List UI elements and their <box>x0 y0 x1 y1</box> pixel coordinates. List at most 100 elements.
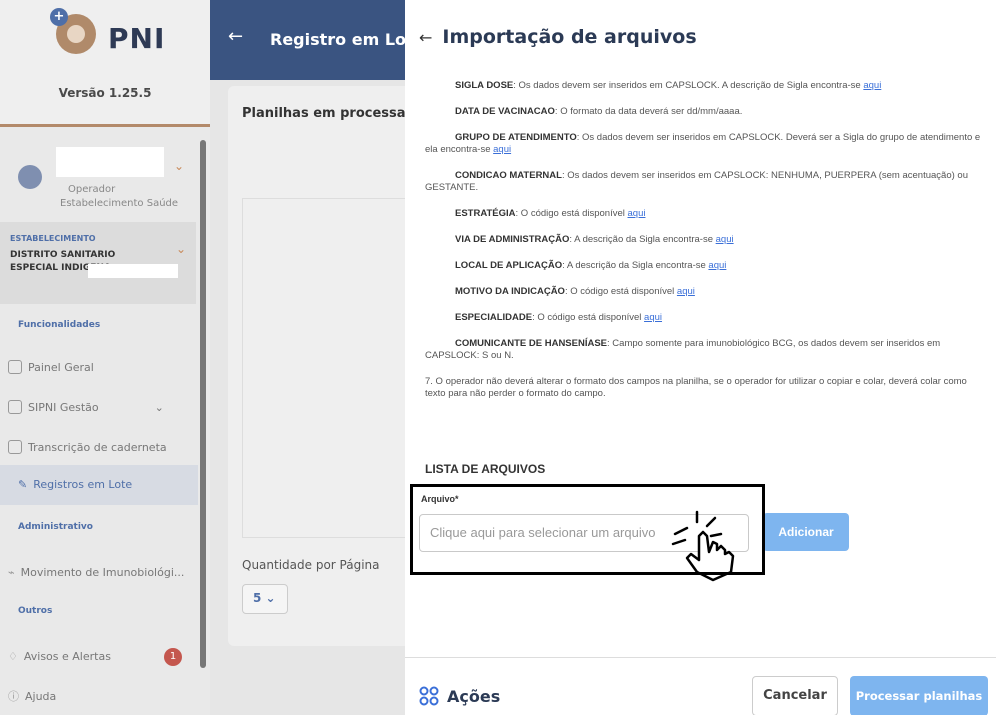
card-title: Planilhas em processa <box>242 106 406 121</box>
instruction-link[interactable]: aqui <box>628 208 646 219</box>
instruction-label: GRUPO DE ATENDIMENTO <box>455 132 577 143</box>
notebook-icon <box>8 440 22 454</box>
user-role-line2: Estabelecimento Saúde <box>60 198 179 209</box>
sidebar-item-label: Painel Geral <box>28 360 94 374</box>
sidebar-item-label: Transcrição de caderneta <box>28 440 167 454</box>
instruction-item: MOTIVO DA INDICAÇÃO: O código está dispo… <box>425 286 985 298</box>
alerts-count-badge: 1 <box>164 648 182 666</box>
instruction-label: ESTRATÉGIA <box>455 208 516 219</box>
user-avatar-icon <box>18 165 42 189</box>
planilhas-table <box>242 198 418 538</box>
section-outros: Outros <box>18 606 53 616</box>
vaccine-icon: ⌁ <box>8 566 15 579</box>
chevron-down-icon[interactable]: ⌄ <box>174 159 184 173</box>
divider <box>0 124 210 127</box>
instruction-item: VIA DE ADMINISTRAÇÃO: A descrição da Sig… <box>425 234 985 246</box>
back-arrow-icon[interactable]: ← <box>419 28 432 47</box>
page-header: ← Registro em Lot <box>210 0 414 80</box>
chevron-down-icon[interactable]: ⌄ <box>176 242 186 256</box>
file-upload-highlight-box <box>410 484 765 575</box>
instruction-text: : O código está disponível <box>532 312 645 323</box>
drawer-header: ← Importação de arquivos <box>405 0 996 74</box>
sidebar-item-transcricao[interactable]: Transcrição de caderneta <box>8 440 167 454</box>
sidebar-item-ajuda[interactable]: ⓘ Ajuda <box>8 688 56 704</box>
sidebar-item-painel-geral[interactable]: Painel Geral <box>8 360 94 374</box>
user-name-redacted <box>56 147 164 177</box>
instruction-note: 7. O operador não deverá alterar o forma… <box>425 376 967 399</box>
chevron-down-icon: ⌄ <box>154 400 164 414</box>
sidebar-item-sipni-gestao[interactable]: SIPNI Gestão ⌄ <box>8 400 164 414</box>
logo-area: + PNI Versão 1.25.5 <box>0 0 210 124</box>
instruction-label: CONDICAO MATERNAL <box>455 170 562 181</box>
instruction-label: ESPECIALIDADE <box>455 312 533 323</box>
actions-label: Ações <box>447 686 501 706</box>
estab-title: ESTABELECIMENTO <box>10 234 96 243</box>
sidebar-item-movimento[interactable]: ⌁ Movimento de Imunobiológi... <box>8 566 184 579</box>
section-funcionalidades: Funcionalidades <box>18 320 101 330</box>
folder-icon <box>8 400 22 414</box>
instruction-text: : A descrição da Sigla encontra-se <box>562 260 709 271</box>
instruction-link[interactable]: aqui <box>863 80 881 91</box>
instruction-label: MOTIVO DA INDICAÇÃO <box>455 286 565 297</box>
instruction-item: DATA DE VACINACAO: O formato da data dev… <box>425 106 985 118</box>
logo-text: PNI <box>108 22 166 55</box>
instruction-link[interactable]: aqui <box>493 144 511 155</box>
grid-icon <box>419 686 439 706</box>
sidebar-item-label: SIPNI Gestão <box>28 400 99 414</box>
instruction-link[interactable]: aqui <box>708 260 726 271</box>
sidebar-item-label: Movimento de Imunobiológi... <box>20 566 185 579</box>
sidebar-item-registros-em-lote[interactable]: ✎ Registros em Lote <box>18 478 132 491</box>
user-profile[interactable]: Operador Estabelecimento Saúde ⌄ <box>0 137 210 219</box>
instruction-item: CONDICAO MATERNAL: Os dados devem ser in… <box>425 170 985 194</box>
instruction-text: : O formato da data deverá ser dd/mm/aaa… <box>554 106 743 117</box>
cancel-button[interactable]: Cancelar <box>752 676 838 715</box>
instruction-link[interactable]: aqui <box>677 286 695 297</box>
sidebar: + PNI Versão 1.25.5 Operador Estabelecim… <box>0 0 210 715</box>
add-file-button[interactable]: Adicionar <box>763 513 849 551</box>
syringe-icon: ✎ <box>18 478 28 491</box>
estab-name-redacted <box>88 264 178 278</box>
instruction-label: LOCAL DE APLICAÇÃO <box>455 260 563 271</box>
instruction-item: GRUPO DE ATENDIMENTO: Os dados devem ser… <box>425 132 985 156</box>
sidebar-item-avisos[interactable]: ♢ Avisos e Alertas <box>8 650 111 663</box>
instructions: SIGLA DOSE: Os dados devem ser inseridos… <box>425 80 985 414</box>
items-per-page-value: 5 <box>253 591 262 605</box>
instruction-label: SIGLA DOSE <box>455 80 514 91</box>
monitor-icon <box>8 360 22 374</box>
instruction-item: SIGLA DOSE: Os dados devem ser inseridos… <box>425 80 985 92</box>
footer-divider <box>405 657 996 658</box>
instruction-link[interactable]: aqui <box>716 234 734 245</box>
sidebar-scrollbar[interactable] <box>200 140 206 668</box>
instruction-label: VIA DE ADMINISTRAÇÃO <box>455 234 570 245</box>
planilhas-card: Planilhas em processa Quantidade por Pág… <box>228 86 418 646</box>
sidebar-item-label: Ajuda <box>25 689 57 703</box>
instruction-text: : O código está disponível <box>564 286 677 297</box>
items-per-page-select[interactable]: 5 ⌄ <box>242 584 288 614</box>
items-per-page-label: Quantidade por Página <box>242 558 380 572</box>
sidebar-item-label: Avisos e Alertas <box>23 650 111 663</box>
app-version: Versão 1.25.5 <box>58 86 152 100</box>
instruction-item: ESPECIALIDADE: O código está disponível … <box>425 312 985 324</box>
instruction-text: : O código está disponível <box>515 208 628 219</box>
page-title: Registro em Lot <box>270 30 414 49</box>
instruction-item: COMUNICANTE DE HANSENÍASE: Campo somente… <box>425 338 985 362</box>
import-drawer: ← Importação de arquivos SIGLA DOSE: Os … <box>405 0 996 715</box>
instruction-label: COMUNICANTE DE HANSENÍASE <box>455 338 608 349</box>
sidebar-item-label: Registros em Lote <box>33 478 133 491</box>
section-administrativo: Administrativo <box>18 522 93 532</box>
instruction-link[interactable]: aqui <box>644 312 662 323</box>
chevron-down-icon: ⌄ <box>265 591 276 605</box>
user-role: Operador Estabelecimento Saúde <box>60 183 178 211</box>
drawer-title: Importação de arquivos <box>442 26 697 48</box>
establishment-selector[interactable]: ESTABELECIMENTO DISTRITO SANITARIO ESPEC… <box>0 222 196 304</box>
instruction-label: DATA DE VACINACAO <box>455 106 555 117</box>
bell-icon: ♢ <box>8 650 18 663</box>
instruction-item: ESTRATÉGIA: O código está disponível aqu… <box>425 208 985 220</box>
help-icon: ⓘ <box>8 690 19 703</box>
instruction-item: LOCAL DE APLICAÇÃO: A descrição da Sigla… <box>425 260 985 272</box>
instruction-text: : A descrição da Sigla encontra-se <box>569 234 716 245</box>
back-arrow-icon[interactable]: ← <box>228 26 243 47</box>
file-list-title: LISTA DE ARQUIVOS <box>425 462 546 476</box>
instruction-text: : Os dados devem ser inseridos em CAPSLO… <box>513 80 864 91</box>
process-spreadsheets-button[interactable]: Processar planilhas <box>850 676 988 715</box>
